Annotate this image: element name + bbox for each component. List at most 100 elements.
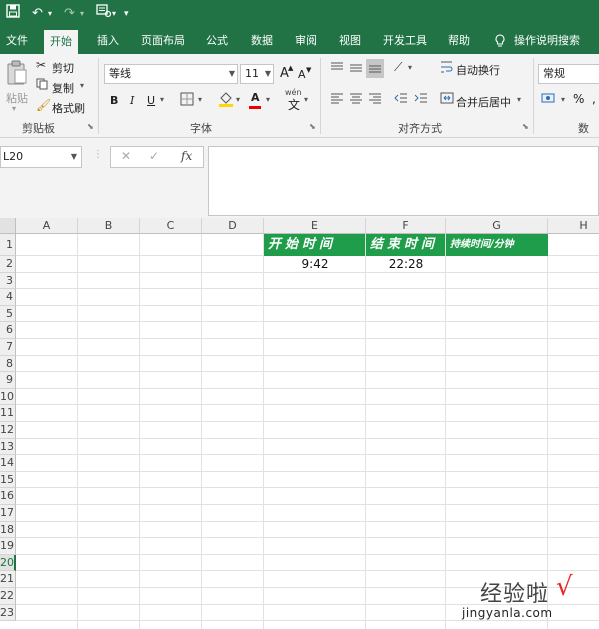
select-all-corner[interactable] <box>0 218 16 234</box>
worksheet-grid[interactable]: A B C D E F G H 1 2 3 4 5 6 7 8 9 10 11 12 13 14 15 16 17 18 19 20 2… <box>0 218 599 629</box>
redo-icon[interactable]: ↷ <box>64 4 75 24</box>
more-options-icon[interactable]: ⋮ <box>93 149 103 160</box>
row-header-18[interactable]: 18 <box>0 521 16 539</box>
font-launcher-icon[interactable]: ⬊ <box>309 122 316 131</box>
column-header-h[interactable]: H <box>548 218 599 234</box>
tab-developer[interactable]: 开发工具 <box>383 28 427 54</box>
merge-center-button[interactable]: 合并后居中 <box>456 94 511 110</box>
undo-dropdown-icon[interactable]: ▾ <box>48 4 52 24</box>
percent-style-button[interactable]: % <box>573 92 584 106</box>
bold-button[interactable]: B <box>110 94 118 107</box>
cell-f2[interactable]: 22:28 <box>366 256 446 273</box>
merge-dropdown-icon[interactable]: ▾ <box>517 95 521 104</box>
row-header-21[interactable]: 21 <box>0 571 16 588</box>
column-header-c[interactable]: C <box>140 218 202 234</box>
tab-home[interactable]: 开始 <box>44 30 78 54</box>
column-header-e[interactable]: E <box>264 218 366 234</box>
tab-view[interactable]: 视图 <box>339 28 361 54</box>
save-icon[interactable] <box>6 4 20 24</box>
copy-icon[interactable] <box>36 78 48 93</box>
row-header-17[interactable]: 17 <box>0 505 16 522</box>
align-right-icon[interactable] <box>368 92 382 107</box>
accounting-dropdown-icon[interactable]: ▾ <box>561 95 565 104</box>
row-header-14[interactable]: 14 <box>0 455 16 472</box>
tab-file[interactable]: 文件 <box>6 28 28 54</box>
fill-color-dropdown-icon[interactable]: ▾ <box>236 95 240 104</box>
underline-dropdown-icon[interactable]: ▾ <box>160 95 164 104</box>
formula-input[interactable] <box>208 146 599 216</box>
cancel-entry-icon[interactable]: ✕ <box>121 149 131 163</box>
phonetic-dropdown-icon[interactable]: ▾ <box>304 95 308 104</box>
font-color-dropdown-icon[interactable]: ▾ <box>266 95 270 104</box>
tab-help[interactable]: 帮助 <box>448 28 470 54</box>
row-header-7[interactable]: 7 <box>0 339 16 356</box>
align-top-icon[interactable] <box>330 62 344 77</box>
paste-dropdown-icon[interactable]: ▾ <box>12 104 16 113</box>
orientation-dropdown-icon[interactable]: ▾ <box>408 63 412 72</box>
accounting-format-icon[interactable] <box>541 92 557 109</box>
column-header-g[interactable]: G <box>446 218 548 234</box>
copy-button[interactable]: 复制 <box>52 80 74 96</box>
tell-me-search[interactable]: 操作说明搜索 <box>514 28 580 54</box>
align-middle-icon[interactable] <box>349 62 363 77</box>
cell-e1[interactable]: 开始时间 <box>264 234 365 256</box>
font-name-select[interactable]: 等线 ▼ <box>104 64 238 84</box>
row-header-1[interactable]: 1 <box>0 234 16 256</box>
row-header-16[interactable]: 16 <box>0 488 16 505</box>
print-preview-icon[interactable] <box>96 4 112 24</box>
format-painter-button[interactable]: 格式刷 <box>52 100 85 116</box>
cell-e2[interactable]: 9:42 <box>264 256 366 273</box>
row-header-8[interactable]: 8 <box>0 355 16 373</box>
lightbulb-icon[interactable] <box>494 28 506 54</box>
format-painter-icon[interactable]: 🖌 <box>36 98 51 112</box>
column-header-a[interactable]: A <box>16 218 78 234</box>
orientation-icon[interactable]: ⟋ <box>394 60 402 75</box>
align-left-icon[interactable] <box>330 92 344 107</box>
column-header-b[interactable]: B <box>78 218 140 234</box>
insert-function-icon[interactable]: fx <box>181 149 192 163</box>
italic-button[interactable]: I <box>130 94 134 107</box>
row-header-9[interactable]: 9 <box>0 372 16 389</box>
align-center-icon[interactable] <box>349 92 363 107</box>
paste-icon[interactable] <box>6 60 28 89</box>
alignment-launcher-icon[interactable]: ⬊ <box>522 122 529 131</box>
underline-button[interactable]: U <box>147 94 155 107</box>
cell-f1[interactable]: 结束时间 <box>366 234 445 256</box>
row-header-11[interactable]: 11 <box>0 405 16 422</box>
row-header-15[interactable]: 15 <box>0 471 16 489</box>
fill-color-icon[interactable] <box>218 90 234 111</box>
clipboard-launcher-icon[interactable]: ⬊ <box>87 122 94 131</box>
column-header-f[interactable]: F <box>366 218 446 234</box>
tab-review[interactable]: 审阅 <box>295 28 317 54</box>
font-size-select[interactable]: 11 ▼ <box>240 64 274 84</box>
cell-g1[interactable]: 持续时间/分钟 <box>446 234 548 256</box>
row-header-19[interactable]: 19 <box>0 538 16 555</box>
confirm-entry-icon[interactable]: ✓ <box>149 149 159 163</box>
tab-page-layout[interactable]: 页面布局 <box>141 28 185 54</box>
wrap-text-icon[interactable] <box>440 60 454 77</box>
increase-indent-icon[interactable] <box>414 92 428 107</box>
tab-insert[interactable]: 插入 <box>97 28 119 54</box>
row-header-4[interactable]: 4 <box>0 289 16 306</box>
row-header-12[interactable]: 12 <box>0 422 16 439</box>
borders-icon[interactable] <box>180 92 194 109</box>
row-header-22[interactable]: 22 <box>0 588 16 605</box>
row-header-3[interactable]: 3 <box>0 272 16 290</box>
decrease-indent-icon[interactable] <box>394 92 408 107</box>
merge-center-icon[interactable] <box>440 92 454 107</box>
number-format-select[interactable]: 常规 <box>538 64 599 84</box>
name-box[interactable]: L20 ▼ <box>0 146 82 168</box>
row-header-13[interactable]: 13 <box>0 438 16 456</box>
row-header-5[interactable]: 5 <box>0 305 16 323</box>
font-color-button[interactable]: A <box>251 91 260 104</box>
align-bottom-icon[interactable] <box>366 59 384 78</box>
shrink-font-button[interactable]: A <box>298 68 306 81</box>
wrap-text-button[interactable]: 自动换行 <box>456 62 500 78</box>
row-header-10[interactable]: 10 <box>0 388 16 406</box>
customize-dropdown-icon[interactable]: ▾ <box>124 4 129 24</box>
row-header-2[interactable]: 2 <box>0 256 16 273</box>
row-header-23[interactable]: 23 <box>0 604 16 622</box>
paste-label[interactable]: 粘贴 <box>6 90 28 106</box>
redo-dropdown-icon[interactable]: ▾ <box>80 4 84 24</box>
print-preview-dropdown-icon[interactable]: ▾ <box>112 4 116 24</box>
